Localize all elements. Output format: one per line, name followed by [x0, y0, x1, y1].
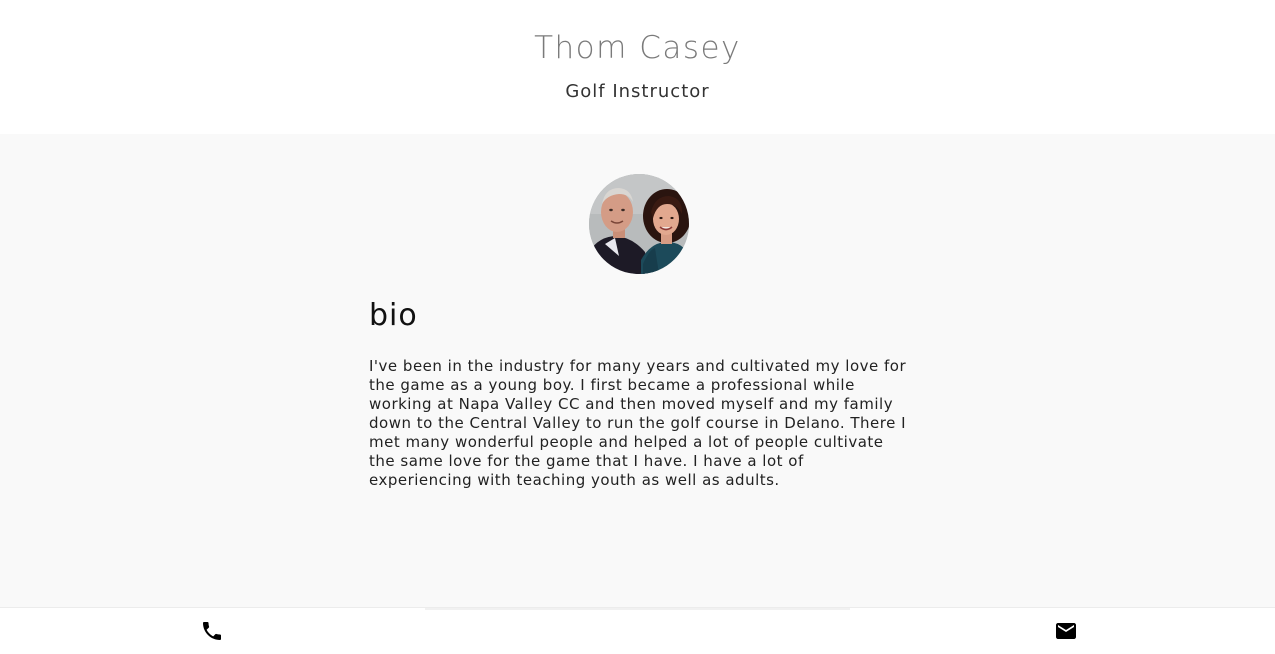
phone-button[interactable]	[199, 618, 225, 644]
footer-divider	[425, 608, 850, 610]
site-header: Thom Casey Golf Instructor	[0, 0, 1275, 134]
email-icon	[1056, 623, 1076, 639]
phone-icon	[203, 622, 221, 640]
bio-section: bio I've been in the industry for many y…	[0, 134, 1275, 607]
bio-text: I've been in the industry for many years…	[369, 357, 907, 489]
avatar	[589, 174, 689, 274]
avatar-photo	[589, 174, 689, 274]
email-button[interactable]	[1053, 618, 1079, 644]
bio-heading: bio	[369, 298, 418, 333]
site-subtitle: Golf Instructor	[565, 81, 710, 102]
site-title: Thom Casey	[534, 30, 741, 66]
contact-footer	[0, 607, 1275, 654]
